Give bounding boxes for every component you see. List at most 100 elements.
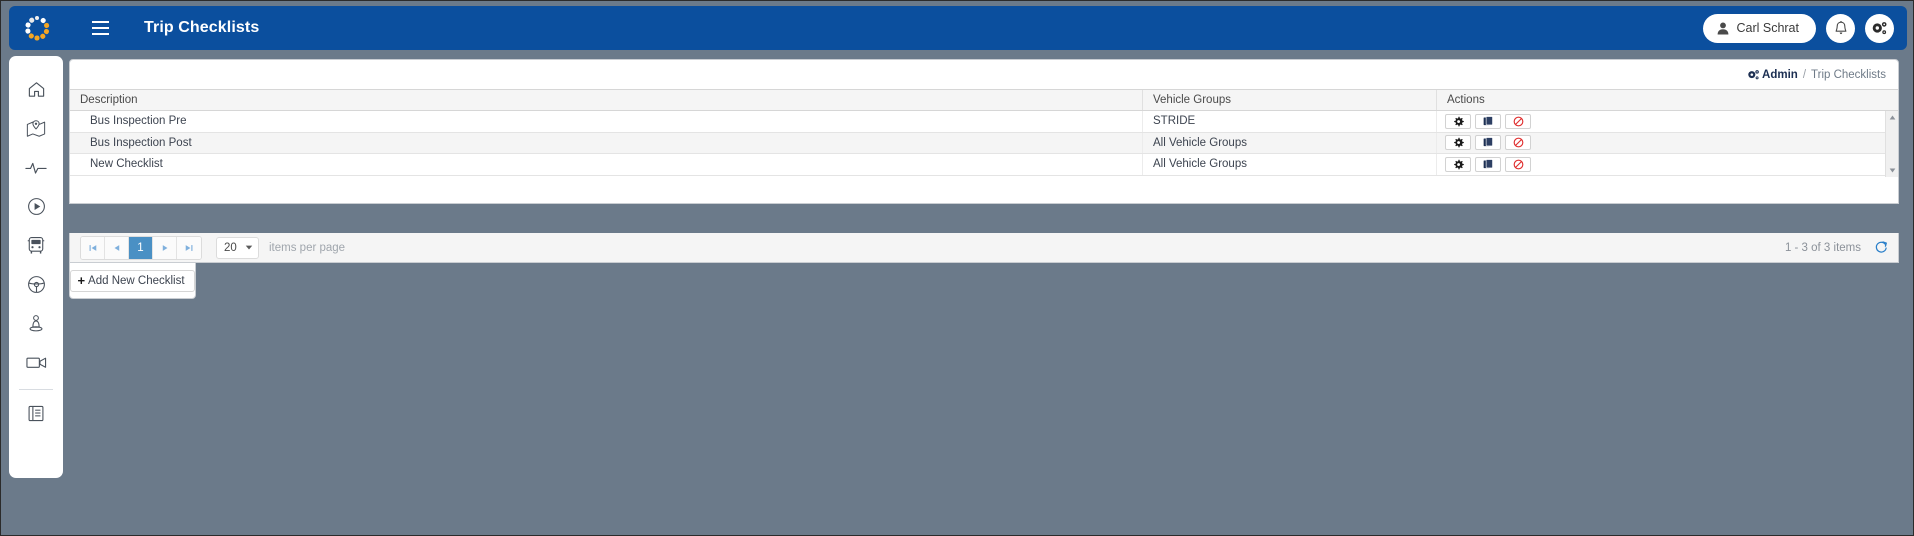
refresh-icon [1875,241,1887,253]
spinner-dots-logo-icon [24,15,50,41]
sidebar-item-playback[interactable] [16,187,56,226]
header-actions: Carl Schrat [1703,13,1907,43]
first-page-icon [89,244,96,251]
plus-icon: + [77,273,86,288]
disable-block-icon [1513,116,1523,127]
pager-prev-button[interactable] [105,236,129,259]
scroll-up-arrow[interactable] [1886,111,1898,124]
breadcrumb: Admin / Trip Checklists [70,60,1898,89]
top-header-bar: Trip Checklists Carl Schrat [9,6,1907,50]
sidebar-item-passengers[interactable] [16,304,56,343]
user-name-label: Carl Schrat [1736,21,1799,35]
sidebar-item-documentation[interactable] [16,394,56,433]
notifications-button[interactable] [1826,13,1855,43]
video-camera-icon [25,357,46,368]
activity-pulse-icon [25,162,47,174]
checklists-grid: Description Vehicle Groups Actions Bus I… [70,89,1898,177]
caret-down-icon [245,245,253,250]
breadcrumb-admin-link[interactable]: Admin [1747,69,1798,81]
add-new-checklist-button[interactable]: + Add New Checklist [70,269,195,292]
hamburger-menu-icon[interactable] [79,13,121,43]
row-duplicate-button[interactable] [1475,113,1501,129]
sidebar-item-vehicles[interactable] [16,226,56,265]
row-disable-button[interactable] [1505,113,1531,129]
column-header-vehicle-groups[interactable]: Vehicle Groups [1143,90,1437,110]
cell-description: Bus Inspection Post [70,132,1143,153]
caret-down-icon [1889,168,1895,173]
row-settings-button[interactable] [1445,113,1471,129]
row-duplicate-button[interactable] [1475,156,1501,172]
app-logo[interactable] [9,15,65,41]
sidebar-item-activity[interactable] [16,148,56,187]
user-menu-button[interactable]: Carl Schrat [1703,13,1816,43]
bell-icon [1835,20,1846,34]
cell-description: New Checklist [70,154,1143,175]
person-location-icon [29,315,43,332]
row-disable-button[interactable] [1505,135,1531,151]
disable-block-icon [1513,159,1523,170]
column-header-actions: Actions [1447,94,1485,106]
sidebar-item-map[interactable] [16,109,56,148]
row-disable-button[interactable] [1505,156,1531,172]
page-size-select[interactable]: 20 [216,236,259,259]
breadcrumb-separator: / [1802,68,1807,81]
grid-footer-actions: + Add New Checklist [69,263,196,299]
gear-icon [1453,159,1464,170]
column-header-description[interactable]: Description [70,90,1143,110]
pager-last-button[interactable] [177,236,201,259]
cell-actions [1437,111,1882,132]
copy-duplicate-icon [1483,115,1493,126]
play-circle-icon [27,198,45,215]
sidebar-item-video[interactable] [16,343,56,382]
cell-actions [1437,154,1882,175]
caret-up-icon [1889,115,1895,120]
row-duplicate-button[interactable] [1475,135,1501,151]
main-content-panel: Admin / Trip Checklists Description Vehi… [69,59,1899,204]
row-settings-button[interactable] [1445,135,1471,151]
application-window: Trip Checklists Carl Schrat Admin / Trip… [0,0,1914,536]
grid-vertical-scrollbar[interactable] [1885,111,1898,177]
gear-icon [1453,137,1464,148]
table-row[interactable]: Bus Inspection Pre STRIDE [70,111,1898,133]
copy-duplicate-icon [1483,158,1493,169]
page-size-value: 20 [224,241,237,254]
row-settings-button[interactable] [1445,156,1471,172]
disable-block-icon [1513,137,1523,148]
table-row[interactable]: New Checklist All Vehicle Groups [70,154,1898,176]
bus-icon [27,236,45,254]
gears-settings-icon [1748,69,1759,79]
sidebar-item-home[interactable] [16,70,56,109]
pager-item-count: 1 - 3 of 3 items [1784,241,1861,254]
book-manual-icon [28,405,44,422]
steering-wheel-icon [27,276,45,293]
cell-vehicle-groups: All Vehicle Groups [1143,132,1437,153]
cell-vehicle-groups: All Vehicle Groups [1143,154,1437,175]
breadcrumb-root-label: Admin [1762,68,1798,81]
gear-icon [1453,116,1464,127]
grid-header-row: Description Vehicle Groups Actions [70,89,1898,111]
copy-duplicate-icon [1483,137,1493,147]
prev-page-icon [114,244,119,251]
last-page-icon [185,244,193,251]
pager-right-group: 1 - 3 of 3 items [1785,241,1888,254]
map-pin-icon [26,120,46,137]
cell-actions [1437,133,1882,154]
pager-buttons: 1 [80,235,202,260]
user-person-icon [1718,22,1729,34]
table-row[interactable]: Bus Inspection Post All Vehicle Groups [70,132,1898,154]
home-icon [28,82,44,97]
cell-description: Bus Inspection Pre [70,111,1143,132]
add-new-checklist-label: Add New Checklist [88,274,185,287]
pager-page-1[interactable]: 1 [129,236,153,259]
pager-next-button[interactable] [153,236,177,259]
settings-button[interactable] [1865,13,1894,43]
grid-refresh-button[interactable] [1875,241,1888,254]
pager-first-button[interactable] [81,236,105,259]
sidebar-divider [19,389,53,390]
items-per-page-label: items per page [269,241,346,254]
cell-vehicle-groups: STRIDE [1143,111,1437,132]
sidebar-item-drivers[interactable] [16,265,56,304]
grid-pager: 1 20 items per page 1 - 3 of 3 items [69,233,1899,263]
scroll-down-arrow[interactable] [1886,164,1898,177]
breadcrumb-current-label: Trip Checklists [1811,68,1886,81]
